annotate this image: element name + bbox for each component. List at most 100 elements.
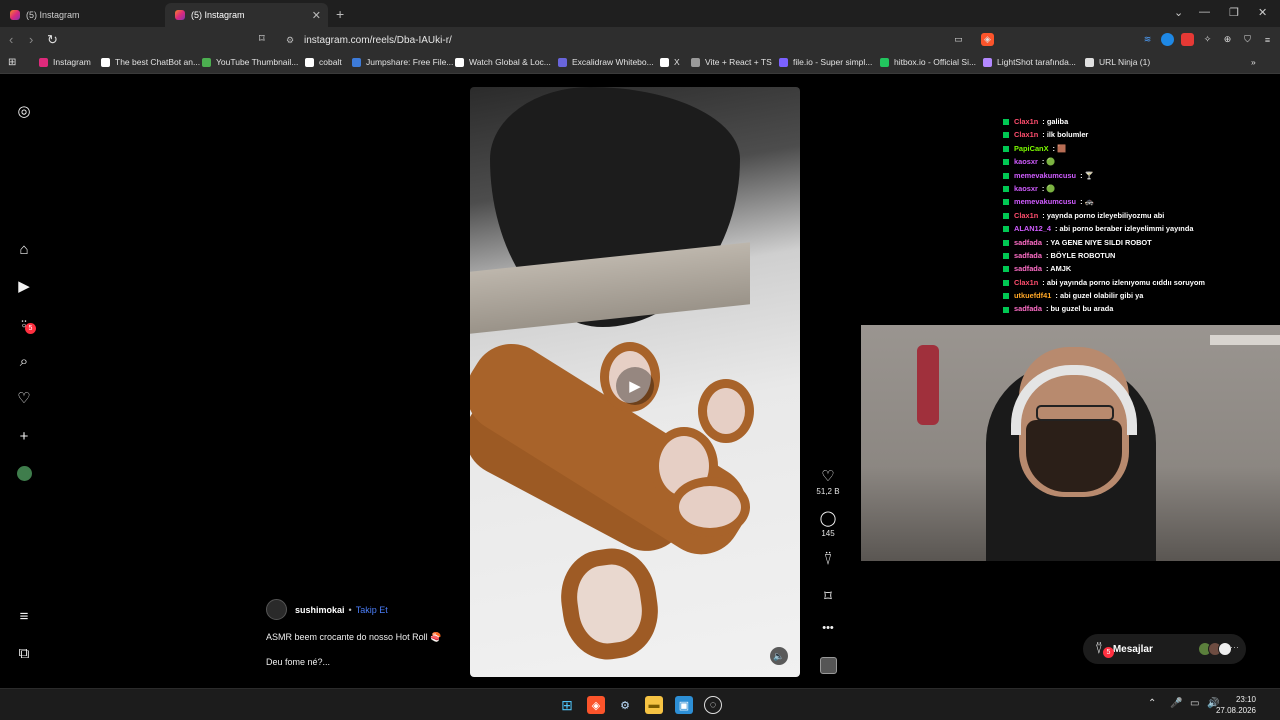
bookmark-favicon-icon <box>352 57 361 67</box>
menu-icon[interactable]: ≡ <box>1261 33 1274 46</box>
author-avatar[interactable] <box>266 599 287 620</box>
bookmark-favicon-icon <box>880 57 889 67</box>
more-options-button[interactable]: ••• <box>816 622 840 634</box>
bookmark-favicon-icon <box>202 57 211 67</box>
extension-red-icon[interactable] <box>1181 33 1194 46</box>
home-icon[interactable]: ⌂ <box>14 239 34 259</box>
direct-messages-icon[interactable]: ⍤ 5 <box>14 314 36 334</box>
instagram-logo-icon[interactable]: ◎ <box>14 101 34 121</box>
address-bar[interactable]: ⚙ instagram.com/reels/Dba-IAUki-r/ <box>278 30 1000 50</box>
follow-button[interactable]: Takip Et <box>356 605 388 615</box>
profile-avatar-icon[interactable] <box>14 463 34 483</box>
threads-apps-icon[interactable]: ⧉ <box>14 643 34 663</box>
save-button[interactable]: ⌑ <box>816 587 840 605</box>
bookmark-item[interactable]: LightShot tarafında... <box>983 57 1076 67</box>
bookmark-item[interactable]: Watch Global & Loc... <box>455 57 551 67</box>
steam-icon[interactable]: ⚙ <box>616 696 634 714</box>
chat-text: abi porno beraber izleyelimmi yayında <box>1059 224 1194 234</box>
bookmarks-overflow-icon[interactable]: » <box>1251 57 1256 67</box>
caption-text-more[interactable]: Deu fome né?... <box>266 657 466 667</box>
bookmarks-bar: ⊞ Instagram The best ChatBot an... YouTu… <box>0 53 1280 74</box>
tab-list-chevron-icon[interactable]: ⌄ <box>1174 6 1183 19</box>
heart-icon: ♡ <box>821 468 835 485</box>
microphone-icon[interactable]: 🎤 <box>1170 698 1182 709</box>
bookmark-item[interactable]: Excalidraw Whitebo... <box>558 57 654 67</box>
bookmark-item[interactable]: URL Ninja (1) <box>1085 57 1150 67</box>
mute-icon[interactable]: 🔈 <box>770 647 788 665</box>
author-username[interactable]: sushimokai <box>295 605 345 615</box>
chat-message: PapiCanX : 🟫 <box>1003 142 1263 155</box>
file-explorer-icon[interactable]: ▬ <box>645 696 663 714</box>
bookmark-item[interactable]: Vite + React + TS <box>691 57 772 67</box>
close-window-button[interactable]: ✕ <box>1258 6 1267 19</box>
bookmark-favicon-icon <box>983 57 992 67</box>
vpn-icon[interactable]: ⛉ <box>1241 33 1254 46</box>
tab-instagram-2[interactable]: (5) Instagram ✕ <box>165 3 328 27</box>
bookmark-page-icon[interactable]: ⌑ <box>259 32 265 45</box>
bookmark-item[interactable]: The best ChatBot an... <box>101 57 200 67</box>
new-tab-button[interactable]: + <box>336 6 344 22</box>
video-slice-shape <box>670 477 750 537</box>
bookmark-item[interactable]: X <box>660 57 680 67</box>
audio-thumbnail[interactable] <box>820 657 837 674</box>
extensions-icon[interactable]: ✧ <box>1201 33 1214 46</box>
chat-username: kaosxr <box>1014 157 1038 167</box>
store-icon[interactable]: ▣ <box>675 696 693 714</box>
apps-grid-icon[interactable]: ⊞ <box>8 57 16 68</box>
bookmark-item[interactable]: hitbox.io - Official Si... <box>880 57 976 67</box>
chat-username: Clax1n <box>1014 277 1039 287</box>
extension-blue-icon[interactable] <box>1161 33 1174 46</box>
chat-badge-icon <box>1003 306 1009 313</box>
brave-shields-icon[interactable]: ◈ <box>981 33 994 46</box>
chat-message: utkuefdf41 : abi guzel olabilir gibi ya <box>1003 289 1263 302</box>
like-button[interactable]: ♡ 51,2 B <box>816 467 840 496</box>
tray-overflow-icon[interactable]: ⌃ <box>1148 698 1156 709</box>
windows-start-icon[interactable]: ⊞ <box>558 696 576 714</box>
chat-badge-icon <box>1003 266 1009 273</box>
bookmark-item[interactable]: Jumpshare: Free File... <box>352 57 453 67</box>
chat-text: abi yayında porno izlenıyomu cıddıı soru… <box>1046 277 1205 287</box>
app-icon[interactable]: ◌ <box>704 696 722 714</box>
back-button[interactable]: ‹ <box>9 32 13 47</box>
more-dots-icon: ⋯ <box>1230 642 1239 652</box>
maximize-button[interactable]: ❐ <box>1229 6 1239 19</box>
bookmark-item[interactable]: cobalt <box>305 57 342 67</box>
bookmark-item[interactable]: file.io - Super simpl... <box>779 57 872 67</box>
messages-button[interactable]: ⍢ 5 Mesajlar ⋯ <box>1083 634 1246 664</box>
reload-button[interactable]: ↻ <box>47 32 58 48</box>
extension-sound-icon[interactable]: ≋ <box>1141 33 1154 46</box>
display-icon[interactable]: ▭ <box>1190 698 1199 709</box>
close-tab-icon[interactable]: ✕ <box>312 9 321 22</box>
bookmark-item[interactable]: Instagram <box>39 57 91 67</box>
chat-username: kaosxr <box>1014 183 1038 193</box>
create-plus-icon[interactable]: + <box>14 426 34 446</box>
tab-instagram-1[interactable]: (5) Instagram <box>0 3 164 27</box>
chat-username: PapiCanX <box>1014 143 1049 153</box>
chat-message: sadfada : BÖYLE ROBOTUN <box>1003 249 1263 262</box>
play-icon[interactable]: ▶ <box>616 367 654 405</box>
system-clock[interactable]: 23:10 27.08.2026 <box>1216 694 1256 716</box>
comment-button[interactable]: ◯ 145 <box>816 509 840 538</box>
clock-date: 27.08.2026 <box>1215 706 1256 715</box>
messages-badge: 5 <box>1103 647 1114 658</box>
bookmark-favicon-icon <box>455 57 464 67</box>
more-menu-icon[interactable]: ≡ <box>14 606 34 626</box>
search-icon[interactable]: ⌕ <box>14 351 34 371</box>
chat-text: 🟢 <box>1046 157 1056 167</box>
brave-browser-icon[interactable]: ◈ <box>587 696 605 714</box>
reels-icon[interactable]: ▶ <box>14 276 34 296</box>
chat-badge-icon <box>1003 119 1009 126</box>
instagram-favicon-icon <box>10 10 20 20</box>
chat-text: abi guzel olabilir gibi ya <box>1059 291 1144 301</box>
minimize-button[interactable]: — <box>1199 6 1210 18</box>
notifications-heart-icon[interactable]: ♡ <box>14 388 34 408</box>
chat-badge-icon <box>1003 172 1009 179</box>
cast-icon[interactable]: ▭ <box>952 33 965 46</box>
forward-button[interactable]: › <box>29 32 33 47</box>
share-button[interactable]: ⍢ <box>816 551 840 568</box>
bookmark-item[interactable]: YouTube Thumbnail... <box>202 57 298 67</box>
leo-icon[interactable]: ⊕ <box>1221 33 1234 46</box>
site-info-icon[interactable]: ⚙ <box>286 35 294 46</box>
bookmark-favicon-icon <box>660 57 669 67</box>
reel-video[interactable]: ▶ 🔈 <box>470 87 800 677</box>
